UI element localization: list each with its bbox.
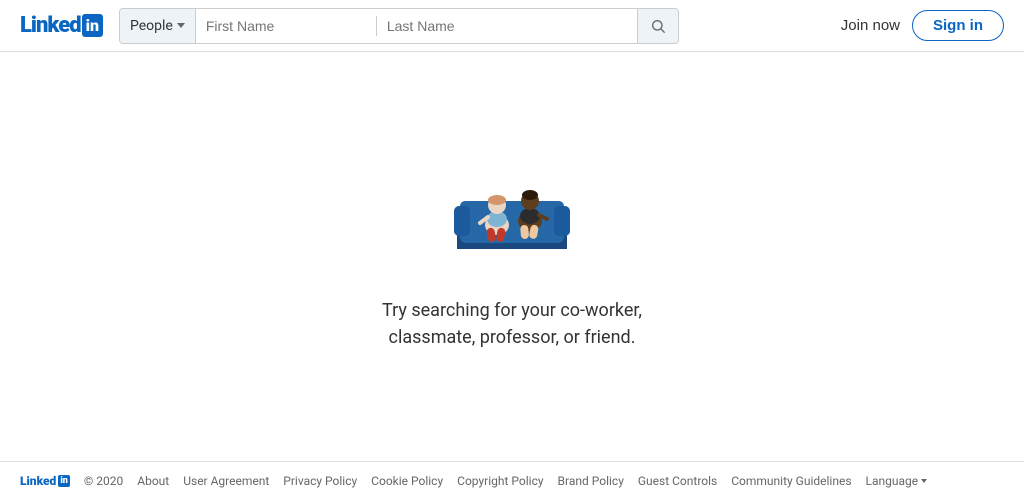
search-icon <box>650 18 666 34</box>
footer-chevron-icon <box>921 479 927 483</box>
first-name-input[interactable] <box>196 9 376 43</box>
footer-logo-in: in <box>58 475 70 487</box>
search-category-dropdown[interactable]: People <box>120 9 196 43</box>
message-line2: classmate, professor, or friend. <box>389 327 636 348</box>
footer-copyright: © 2020 <box>84 474 123 488</box>
footer-link-brand[interactable]: Brand Policy <box>558 474 624 488</box>
message-line1: Try searching for your co-worker, <box>382 300 642 321</box>
footer-language-label: Language <box>866 474 919 488</box>
search-category-label: People <box>130 18 173 34</box>
linkedin-logo[interactable]: Linkedin <box>20 13 103 38</box>
logo-text: Linked <box>20 13 81 38</box>
join-now-button[interactable]: Join now <box>841 17 900 34</box>
last-name-input[interactable] <box>377 9 637 43</box>
people-illustration <box>432 143 592 273</box>
chevron-down-icon <box>177 23 185 28</box>
footer-link-privacy[interactable]: Privacy Policy <box>283 474 357 488</box>
footer-link-community[interactable]: Community Guidelines <box>731 474 851 488</box>
main-content: Try searching for your co-worker, classm… <box>0 52 1024 461</box>
footer-link-guest-controls[interactable]: Guest Controls <box>638 474 717 488</box>
footer-logo-text: Linked <box>20 474 56 488</box>
header-actions: Join now Sign in <box>841 10 1004 41</box>
message-text: Try searching for your co-worker, classm… <box>382 297 642 351</box>
illustration <box>432 143 592 273</box>
search-button[interactable] <box>637 9 678 43</box>
search-bar: People <box>119 8 679 44</box>
header: Linkedin People Join now Sign in <box>0 0 1024 52</box>
footer-link-about[interactable]: About <box>137 474 169 488</box>
sign-in-button[interactable]: Sign in <box>912 10 1004 41</box>
footer-language-selector[interactable]: Language <box>866 474 928 488</box>
logo-in: in <box>82 14 103 37</box>
footer-logo[interactable]: Linkedin <box>20 474 70 488</box>
footer-link-copyright[interactable]: Copyright Policy <box>457 474 543 488</box>
footer-link-cookie[interactable]: Cookie Policy <box>371 474 443 488</box>
footer: Linkedin © 2020 About User Agreement Pri… <box>0 461 1024 500</box>
footer-link-user-agreement[interactable]: User Agreement <box>183 474 269 488</box>
